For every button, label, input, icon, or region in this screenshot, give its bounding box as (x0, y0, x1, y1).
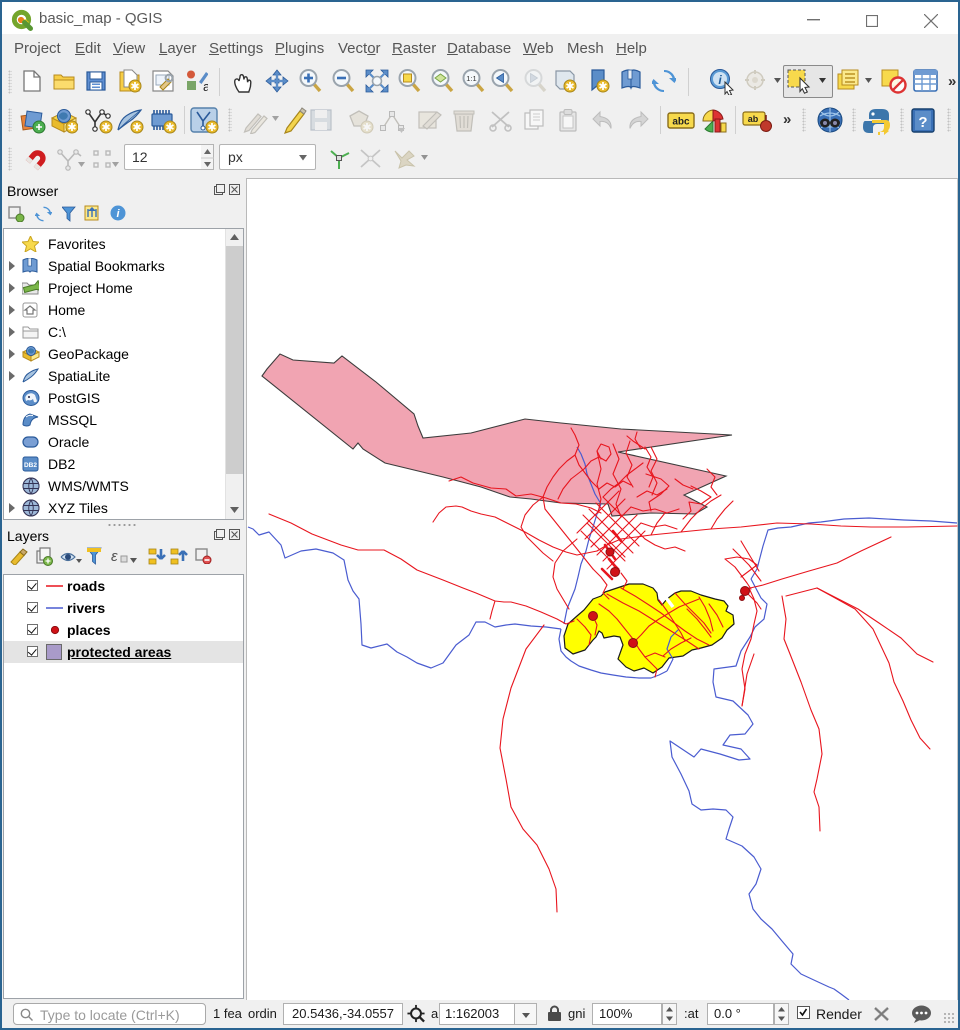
svg-text:✱: ✱ (130, 81, 139, 93)
svg-text:✱: ✱ (565, 81, 574, 93)
svg-text:✱: ✱ (207, 122, 216, 134)
svg-text:ab: ab (748, 114, 759, 124)
svg-text:abc: abc (672, 117, 690, 128)
svg-text:1:1: 1:1 (466, 74, 476, 83)
svg-text:✱: ✱ (598, 81, 607, 93)
svg-text:ε: ε (111, 548, 118, 565)
svg-text:?: ? (918, 114, 927, 131)
svg-text:✱: ✱ (165, 122, 174, 134)
svg-text:✱: ✱ (132, 122, 141, 134)
svg-text:✱: ✱ (67, 122, 76, 134)
svg-text:✱: ✱ (362, 122, 371, 134)
svg-text:DB2: DB2 (24, 462, 37, 469)
svg-text:✱: ✱ (101, 122, 110, 134)
svg-text:a: a (203, 79, 208, 92)
